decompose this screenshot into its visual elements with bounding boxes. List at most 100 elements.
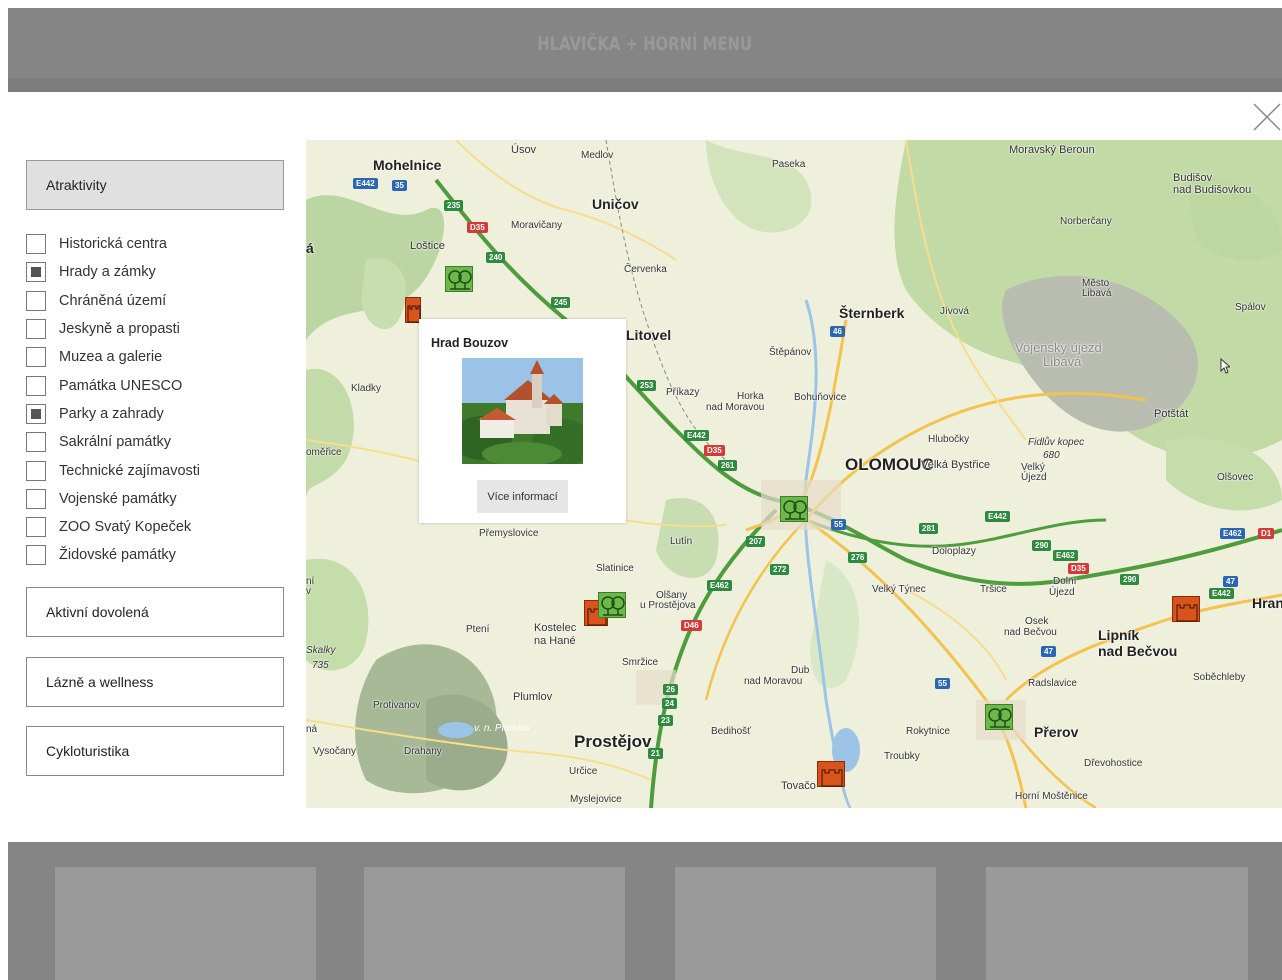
castle-marker[interactable] xyxy=(1172,596,1200,622)
filter-item[interactable]: Sakrální památky xyxy=(26,428,284,456)
map-label: Troubky xyxy=(884,751,920,762)
footer-block xyxy=(986,867,1248,980)
filter-item[interactable]: Hrady a zámky xyxy=(26,258,284,286)
map-label: Šternberk xyxy=(839,305,905,321)
road-shield: 245 xyxy=(551,297,571,308)
park-marker[interactable] xyxy=(598,592,626,618)
footer-block xyxy=(675,867,936,980)
map-label: Vysočany xyxy=(313,746,356,757)
filter-label: Muzea a galerie xyxy=(59,349,163,366)
tree-icon xyxy=(448,270,472,290)
road-shield: 261 xyxy=(718,460,738,471)
road-shield: 253 xyxy=(637,380,657,391)
map-label: Drahany xyxy=(404,746,442,757)
tree-icon xyxy=(601,596,625,616)
checkbox[interactable] xyxy=(26,460,46,481)
road-shield: E442 xyxy=(985,511,1010,522)
close-icon[interactable] xyxy=(1250,100,1282,132)
category-atraktivity[interactable]: Atraktivity xyxy=(26,160,284,210)
filter-item[interactable]: Jeskyně a propasti xyxy=(26,315,284,343)
filter-item[interactable]: Muzea a galerie xyxy=(26,343,284,371)
map-label: nad Bečvou xyxy=(1004,627,1057,638)
map-label: Medlov xyxy=(581,150,614,161)
park-marker[interactable] xyxy=(780,496,808,522)
map-view[interactable]: E442 35 235 D35 240 245 46 253 E442 D35 … xyxy=(306,140,1282,808)
map-label: Dub xyxy=(791,665,810,676)
tree-icon xyxy=(783,500,807,520)
category-aktivni-dovolena[interactable]: Aktivní dovolená xyxy=(26,586,284,637)
road-shield: 235 xyxy=(444,200,464,211)
category-label: Aktivní dovolená xyxy=(46,603,149,620)
sidebar: Atraktivity Historická centra Hrady a zá… xyxy=(26,160,284,776)
category-lazne-wellness[interactable]: Lázně a wellness xyxy=(26,656,284,707)
checkbox[interactable] xyxy=(26,262,46,283)
more-info-button[interactable]: Více informací xyxy=(477,480,568,513)
filter-item[interactable]: ZOO Svatý Kopeček xyxy=(26,513,284,541)
filter-item[interactable]: Parky a zahrady xyxy=(26,400,284,428)
map-label: Litovel xyxy=(626,327,672,343)
road-shield: 276 xyxy=(848,552,868,563)
map-label: Myslejovice xyxy=(570,794,622,805)
category-label: Cykloturistika xyxy=(46,742,130,759)
page-header: HLAVIČKA + HORNÍ MENU xyxy=(8,10,1282,78)
road-shield: E462 xyxy=(1220,528,1245,539)
checkbox[interactable] xyxy=(26,545,46,566)
park-marker[interactable] xyxy=(445,266,473,292)
checkbox[interactable] xyxy=(26,517,46,538)
filter-label: Historická centra xyxy=(59,236,167,253)
filter-label: Památka UNESCO xyxy=(59,377,183,394)
map-label: nad Moravou xyxy=(706,402,765,413)
footer-block xyxy=(364,867,625,980)
checkbox[interactable] xyxy=(26,488,46,509)
checkbox[interactable] xyxy=(26,432,46,453)
checkbox[interactable] xyxy=(26,319,46,340)
road-shield: 23 xyxy=(658,715,673,726)
map-label: Hrani xyxy=(1252,595,1282,611)
checkbox[interactable] xyxy=(26,234,46,255)
filter-item[interactable]: Vojenské památky xyxy=(26,485,284,513)
header-divider xyxy=(8,78,1282,92)
map-label: v. n. Plumlov xyxy=(474,723,531,734)
map-label: Uničov xyxy=(592,196,639,212)
park-marker[interactable] xyxy=(985,704,1013,730)
map-label: Plumlov xyxy=(513,691,553,703)
checkbox[interactable] xyxy=(26,290,46,311)
checkbox[interactable] xyxy=(26,347,46,368)
filter-item[interactable]: Historická centra xyxy=(26,230,284,258)
road-shield: 46 xyxy=(830,326,845,337)
map-label: nad Budišovkou xyxy=(1173,184,1252,196)
map-label: Ptení xyxy=(466,624,490,635)
checkbox[interactable] xyxy=(26,375,46,396)
road-shield: 55 xyxy=(935,678,950,689)
map-label: oměřice xyxy=(306,447,342,458)
category-cykloturistika[interactable]: Cykloturistika xyxy=(26,725,284,776)
map-label: Újezd xyxy=(1049,587,1075,598)
filter-label: ZOO Svatý Kopeček xyxy=(59,519,192,536)
map-label: Štěpánov xyxy=(769,347,812,358)
filter-item[interactable]: Památka UNESCO xyxy=(26,371,284,399)
map-label: Bedihošť xyxy=(711,726,751,737)
map-label: Červenka xyxy=(624,264,667,275)
map-label: á xyxy=(306,240,314,256)
checkbox[interactable] xyxy=(26,403,46,424)
category-label: Atraktivity xyxy=(46,177,107,193)
filter-label: Sakrální památky xyxy=(59,434,172,451)
map-label: Prostějov xyxy=(574,732,652,751)
map-label: Rokytnice xyxy=(906,726,950,737)
filter-label: Chráněná území xyxy=(59,292,167,309)
filter-item[interactable]: Židovské památky xyxy=(26,541,284,569)
map-label: Dolní xyxy=(1053,576,1077,587)
map-label: Velký Týnec xyxy=(872,584,926,595)
castle-marker[interactable] xyxy=(817,761,845,787)
road-shield: 26 xyxy=(663,684,678,695)
cursor-icon xyxy=(1220,358,1230,374)
road-shield: 290 xyxy=(1120,574,1140,585)
filter-item[interactable]: Technické zajímavosti xyxy=(26,456,284,484)
map-label: Dřevohostice xyxy=(1084,758,1143,769)
road-shield: 55 xyxy=(831,519,846,530)
map-label: Protivanov xyxy=(373,700,421,711)
road-shield: 47 xyxy=(1223,576,1238,587)
footer-block xyxy=(55,867,316,980)
road-shield: E442 xyxy=(684,430,709,441)
filter-item[interactable]: Chráněná území xyxy=(26,287,284,315)
